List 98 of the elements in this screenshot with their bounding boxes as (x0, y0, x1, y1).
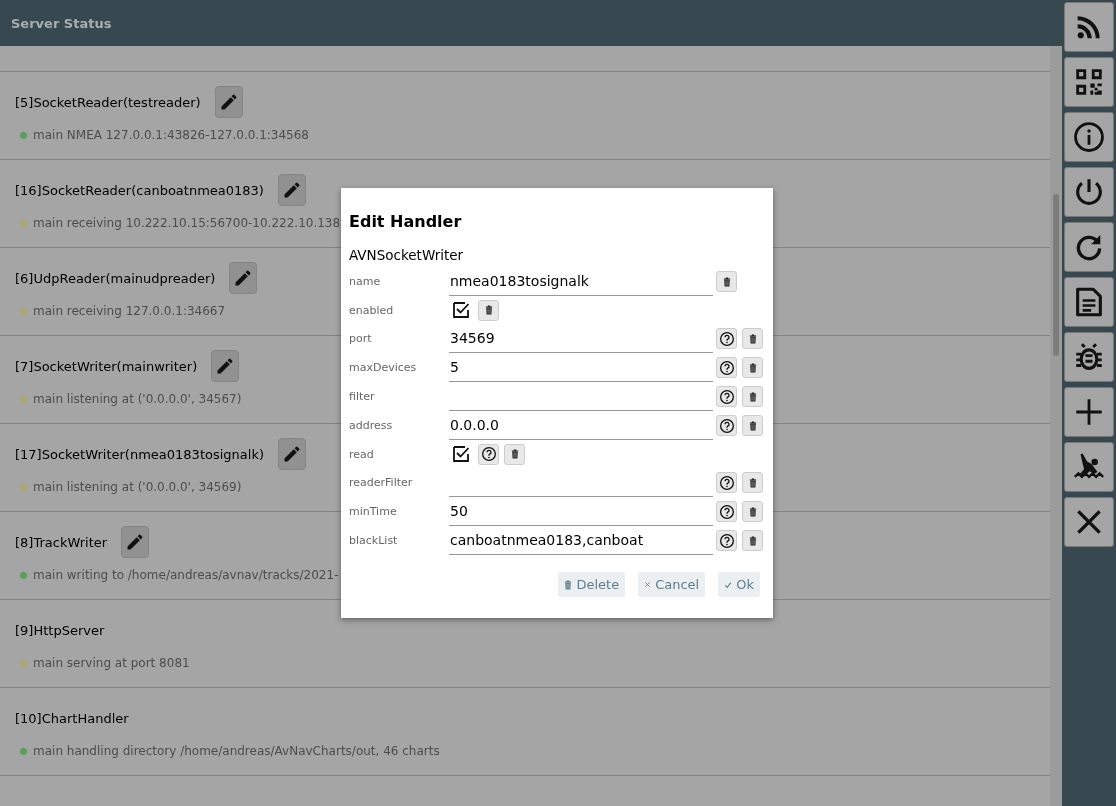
field-label: address (349, 419, 394, 432)
delete-button[interactable] (504, 443, 525, 465)
document-button[interactable] (1064, 277, 1114, 327)
status-text: main serving at port 8081 (33, 656, 190, 670)
field-label: enabled (349, 303, 395, 317)
handler-title: [17]SocketWriter(nmea0183tosignalk) (15, 446, 264, 462)
delete-button[interactable] (716, 271, 737, 292)
swimmer-button[interactable] (1064, 442, 1114, 492)
help-icon (718, 417, 735, 434)
help-icon (480, 446, 497, 462)
edit-button[interactable] (278, 438, 306, 470)
pencil-icon (282, 444, 302, 464)
text-field[interactable]: 34569 (449, 324, 713, 353)
handler-title: [7]SocketWriter(mainwriter) (15, 358, 198, 374)
trash-icon (748, 506, 757, 517)
status-text: main writing to /home/andreas/avnav/tracks/2021- (33, 568, 339, 582)
status-text: main handling directory /home/andreas/AvNavCharts/out, 46 charts (33, 744, 440, 758)
dialog-title: Edit Handler (349, 212, 463, 230)
handler-title: [5]SocketReader(testreader) (15, 94, 201, 110)
info-button[interactable] (1064, 112, 1114, 162)
field-label: readerFilter (349, 476, 414, 489)
delete-button[interactable] (742, 501, 763, 522)
field-label: filter (349, 390, 376, 403)
edit-button[interactable] (277, 174, 306, 206)
handler-title: [16]SocketReader(canboatnmea0183) (15, 182, 264, 198)
help-button[interactable] (716, 328, 737, 349)
scrollbar[interactable] (1050, 46, 1062, 806)
trash-icon (510, 449, 519, 459)
trash-icon (748, 391, 757, 402)
edit-button[interactable] (211, 350, 240, 382)
power-button[interactable] (1064, 167, 1114, 217)
bug-button[interactable] (1064, 332, 1114, 382)
checkbox[interactable] (452, 445, 470, 463)
help-icon (718, 359, 735, 376)
help-button[interactable] (716, 415, 737, 436)
help-icon (718, 388, 735, 405)
field-label: maxDevices (349, 361, 418, 374)
trash-icon (748, 362, 757, 373)
delete-button[interactable] (742, 415, 763, 436)
info-icon (1072, 120, 1106, 154)
close-button[interactable] (1064, 497, 1114, 547)
help-button[interactable] (478, 443, 499, 465)
delete-button[interactable] (742, 328, 763, 349)
text-field[interactable]: 5 (449, 353, 713, 382)
help-icon (718, 474, 735, 491)
help-button[interactable] (716, 357, 737, 378)
trash-icon (722, 276, 731, 287)
field-label: read (349, 447, 375, 461)
status-text: main receiving 127.0.0.1:34667 (33, 304, 226, 318)
help-icon (718, 532, 735, 549)
status-text: main listening at ('0.0.0.0', 34567) (33, 392, 242, 406)
handler-type: AVNSocketWriter (349, 247, 465, 263)
ok-button[interactable]: Ok (718, 572, 760, 597)
trash-icon (748, 333, 757, 344)
help-button[interactable] (716, 530, 737, 551)
delete-button[interactable]: Delete (558, 572, 626, 597)
handler-title: [6]UdpReader(mainudpreader) (15, 270, 216, 286)
field-label: port (349, 332, 373, 345)
text-field[interactable]: 0.0.0.0 (449, 411, 713, 440)
help-button[interactable] (716, 386, 737, 407)
plus-button[interactable] (1064, 387, 1114, 437)
reload-button[interactable] (1064, 222, 1114, 272)
status-text: main listening at ('0.0.0.0', 34569) (33, 480, 242, 494)
help-icon (718, 503, 735, 520)
edit-button[interactable] (229, 262, 258, 294)
delete-button[interactable] (742, 386, 763, 407)
trash-icon (748, 420, 757, 431)
handler-title: [8]TrackWriter (15, 534, 108, 550)
field-label: name (349, 275, 382, 288)
help-button[interactable] (716, 501, 737, 522)
delete-button[interactable] (478, 299, 499, 321)
status-text: main receiving 10.222.10.15:56700-10.222.10.138 (33, 216, 341, 230)
handler-title: [9]HttpServer (15, 622, 105, 638)
delete-button[interactable] (742, 530, 763, 551)
help-button[interactable] (716, 472, 737, 493)
trash-icon (484, 305, 493, 315)
help-icon (718, 330, 735, 347)
delete-button[interactable] (742, 472, 763, 493)
status-text: main NMEA 127.0.0.1:43826-127.0.0.1:34568 (33, 128, 309, 142)
text-field[interactable]: canboatnmea0183,canboat (449, 526, 713, 555)
edit-button[interactable] (214, 86, 243, 118)
cancel-button[interactable]: Cancel (638, 572, 706, 597)
checkbox[interactable] (452, 301, 470, 319)
check-icon (724, 580, 733, 589)
close-icon (644, 581, 652, 588)
text-field[interactable]: 50 (449, 497, 713, 526)
text-field[interactable]: nmea0183tosignalk (449, 267, 713, 296)
trash-icon (748, 477, 757, 488)
edit-button[interactable] (121, 526, 150, 558)
header-title: Server Status (11, 15, 112, 31)
handler-title: [10]ChartHandler (15, 710, 129, 726)
delete-button[interactable] (742, 357, 763, 378)
trash-icon (748, 535, 757, 546)
field-label: blackList (349, 534, 399, 547)
qr-code-button[interactable] (1064, 57, 1114, 107)
trash-icon (564, 579, 573, 590)
rss-button[interactable] (1064, 2, 1114, 52)
field-label: minTime (349, 505, 398, 518)
